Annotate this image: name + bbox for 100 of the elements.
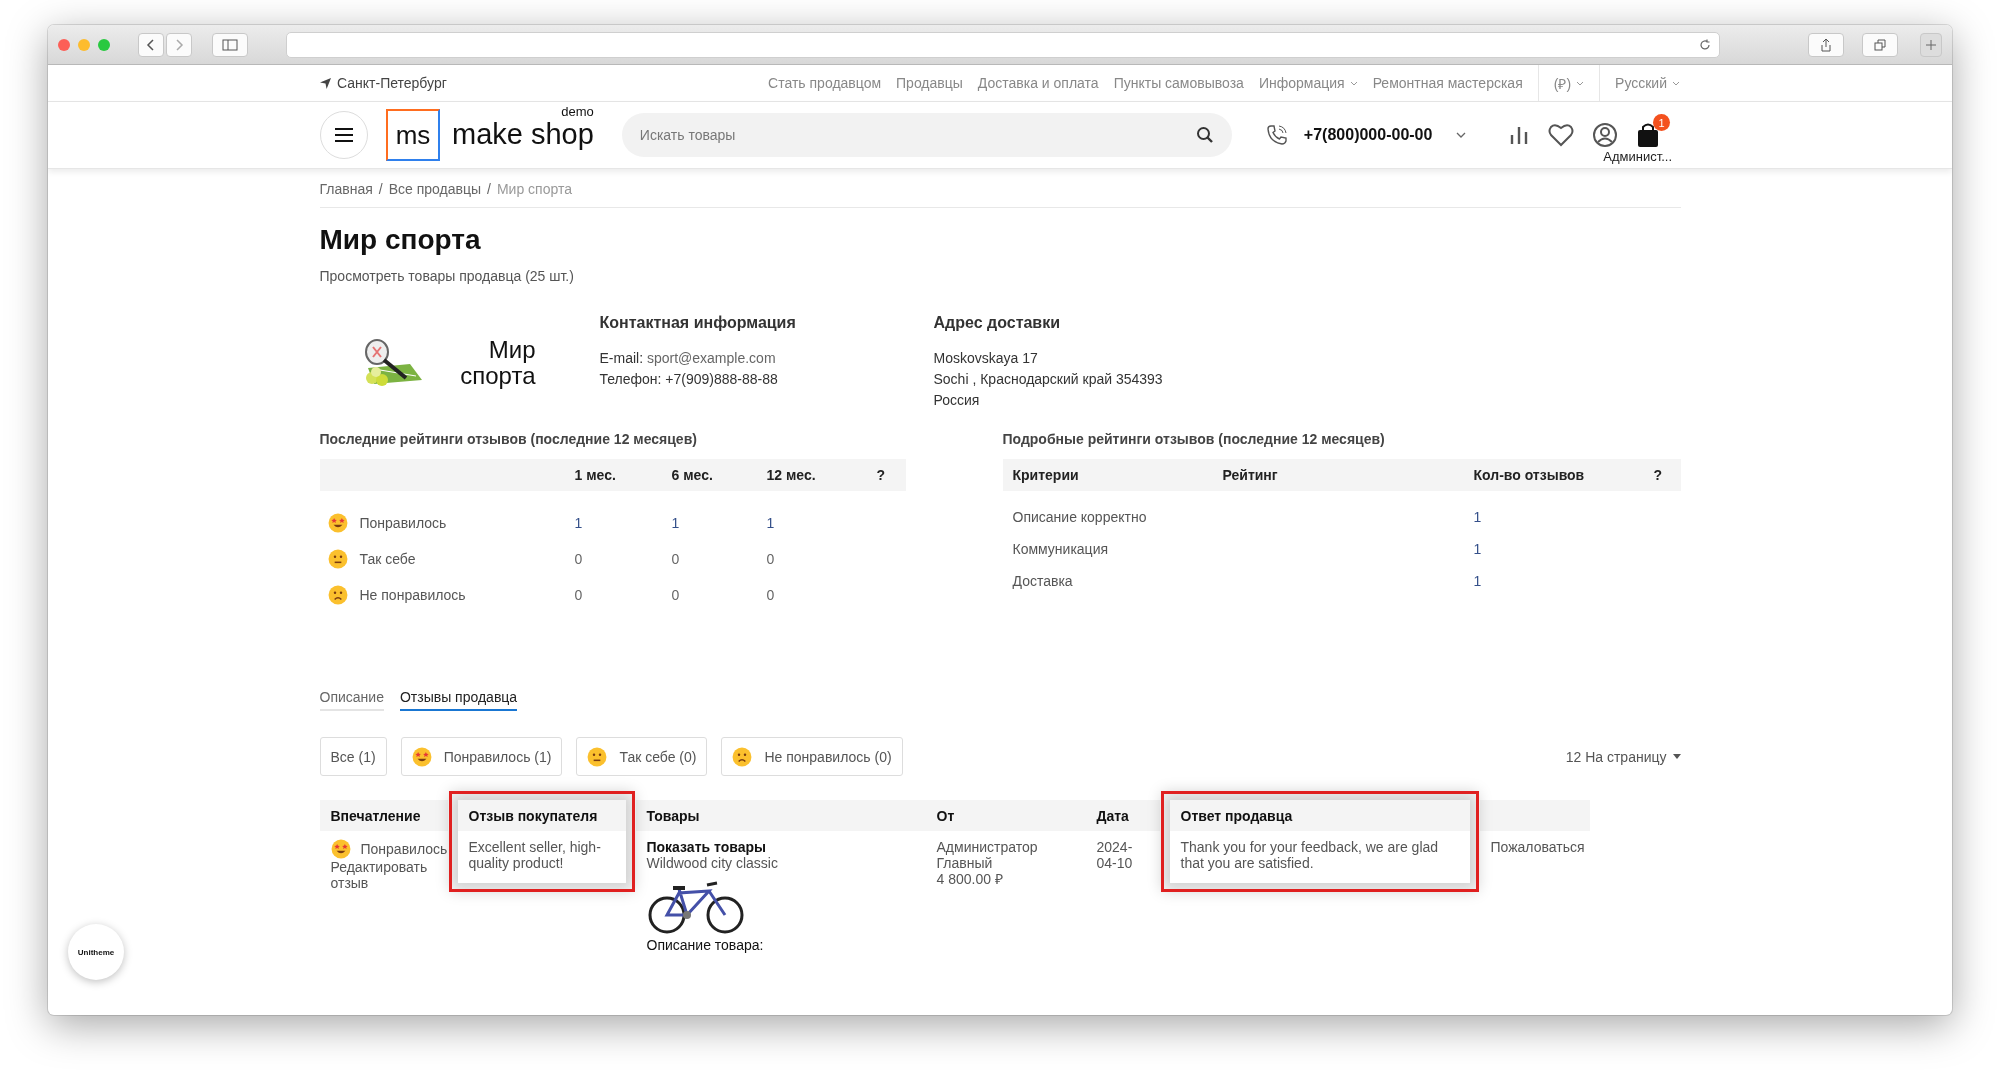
cart-count-badge: 1	[1653, 114, 1670, 131]
column-header: Дата	[1096, 807, 1129, 824]
review-count: 1	[1473, 509, 1482, 525]
search-icon[interactable]	[1195, 126, 1214, 144]
sidebar-icon[interactable]	[222, 38, 238, 51]
caret-icon[interactable]	[1672, 754, 1681, 759]
chevron-down-icon[interactable]	[1456, 132, 1467, 138]
breadcrumb-separator: /	[378, 181, 383, 197]
menu-icon[interactable]	[334, 127, 354, 143]
reload-icon[interactable]	[1699, 38, 1711, 51]
user-name[interactable]: Админист...	[1603, 149, 1672, 164]
address-line: Moskovskaya 17	[933, 349, 1039, 368]
shopping-bag-icon[interactable]	[1636, 122, 1660, 148]
seller-answer: Thank you for your feedback, we are glad that you are satisfied.	[1180, 839, 1439, 871]
logo-mark[interactable]: ms	[386, 109, 440, 161]
rating-count: 0	[574, 551, 583, 567]
tabs-icon[interactable]	[1874, 38, 1886, 51]
rating-label: Так себе	[359, 551, 416, 567]
unitheme-badge[interactable]: Unitheme	[68, 924, 124, 980]
rating-count: 1	[766, 515, 775, 531]
smiley-icon	[330, 839, 351, 859]
city-selector[interactable]: Санкт-Петербург	[337, 75, 447, 91]
rating-count: 0	[671, 551, 680, 567]
address-line: Россия	[933, 391, 981, 410]
criterion-label: Описание корректно	[1012, 509, 1147, 525]
filter-button[interactable]: Все (1)	[319, 737, 387, 776]
rating-count: 0	[671, 587, 680, 603]
criterion-label: Доставка	[1012, 573, 1073, 589]
logo-text[interactable]: make shop	[452, 118, 594, 150]
column-header: Рейтинг	[1222, 467, 1278, 483]
filter-button[interactable]: Так себе (0)	[576, 737, 708, 776]
address-heading: Адрес доставки	[933, 314, 1062, 332]
criterion-label: Коммуникация	[1012, 541, 1109, 557]
seller-info: Главный	[936, 855, 994, 871]
nav-link[interactable]: Стать продавцом	[768, 75, 882, 91]
section-heading: Последние рейтинги отзывов (последние 12 месяцев)	[319, 431, 698, 447]
sidebar-button[interactable]	[212, 32, 248, 57]
edit-review-link[interactable]: Редактировать отзыв	[330, 859, 437, 891]
nav-link[interactable]: Ремонтная мастерская	[1372, 75, 1523, 91]
chevron-right-icon[interactable]	[174, 38, 184, 51]
column-header: 1 мес.	[574, 467, 616, 483]
column-header: От	[936, 807, 955, 824]
phone-number[interactable]: +7(800)000-00-00	[1303, 126, 1433, 144]
address-line: Sochi , Краснодарский край 354393	[933, 370, 1163, 389]
rating-count: 0	[766, 551, 775, 567]
filter-button[interactable]: Не понравилось (0)	[721, 737, 903, 776]
plus-icon[interactable]	[1925, 38, 1937, 51]
column-header: 12 мес.	[766, 467, 816, 483]
product-description-label: Описание товара:	[646, 937, 765, 953]
smiley-icon	[327, 513, 348, 533]
neutral-face-icon	[327, 549, 348, 569]
new-tab-button[interactable]	[1920, 32, 1942, 57]
sad-face-icon	[327, 585, 348, 605]
column-header: Ответ продавца	[1180, 807, 1293, 824]
search-field[interactable]: Искать товары	[621, 113, 1232, 157]
nav-link[interactable]: Продавцы	[896, 75, 963, 91]
smiley-icon	[411, 746, 432, 767]
column-header: Впечатление	[330, 807, 421, 824]
product-name: Wildwood city classic	[646, 855, 779, 871]
column-header: ?	[876, 467, 886, 483]
impression-label: Понравилось	[360, 841, 448, 857]
tab[interactable]: Отзывы продавца	[399, 689, 518, 711]
column-header: Критерии	[1012, 467, 1079, 483]
currency-selector[interactable]: (₽)	[1553, 73, 1585, 93]
nav-link[interactable]: Пункты самовывоза	[1113, 75, 1244, 91]
review-count: 1	[1473, 541, 1482, 557]
location-icon	[320, 77, 331, 89]
breadcrumb-separator: /	[487, 181, 491, 197]
rating-count: 0	[574, 587, 583, 603]
chevron-left-icon[interactable]	[146, 38, 156, 51]
close-icon[interactable]	[58, 38, 70, 51]
column-header: Отзыв покупателя	[468, 807, 598, 824]
review-date: 2024-04-10	[1096, 839, 1133, 871]
language-selector[interactable]: Русский	[1615, 75, 1680, 91]
breadcrumb-item[interactable]: Все продавцы	[388, 181, 482, 197]
seller-products-link[interactable]: Просмотреть товары продавца (25 шт.)	[319, 268, 1681, 284]
breadcrumb-item: Мир спорта	[496, 181, 572, 197]
report-link[interactable]: Пожаловаться	[1490, 839, 1585, 855]
bar-chart-icon[interactable]	[1508, 124, 1530, 146]
rating-label: Понравилось	[359, 515, 447, 531]
nav-link[interactable]: Доставка и оплата	[977, 75, 1099, 91]
column-header: Товары	[646, 807, 700, 824]
page-title: Мир спорта	[319, 224, 482, 256]
filter-button[interactable]: Понравилось (1)	[400, 737, 563, 776]
phone-icon[interactable]	[1265, 124, 1288, 146]
show-products-link[interactable]: Показать товары	[646, 839, 915, 855]
user-icon[interactable]	[1592, 122, 1618, 148]
per-page-selector[interactable]: 12 На страницу	[1565, 748, 1681, 765]
breadcrumb-item[interactable]: Главная	[319, 181, 373, 197]
seller-info: 4 800.00 ₽	[936, 871, 1004, 887]
email-link[interactable]: sport@example.com	[646, 350, 776, 366]
neutral-face-icon	[587, 746, 608, 767]
review-count: 1	[1473, 573, 1482, 589]
heart-icon[interactable]	[1548, 123, 1574, 147]
tabs-button[interactable]	[1862, 32, 1898, 57]
column-header: 6 мес.	[671, 467, 713, 483]
nav-link[interactable]: Информация	[1258, 75, 1358, 91]
share-icon[interactable]	[1820, 37, 1832, 52]
rating-count: 1	[671, 515, 680, 531]
tab[interactable]: Описание	[319, 689, 384, 711]
